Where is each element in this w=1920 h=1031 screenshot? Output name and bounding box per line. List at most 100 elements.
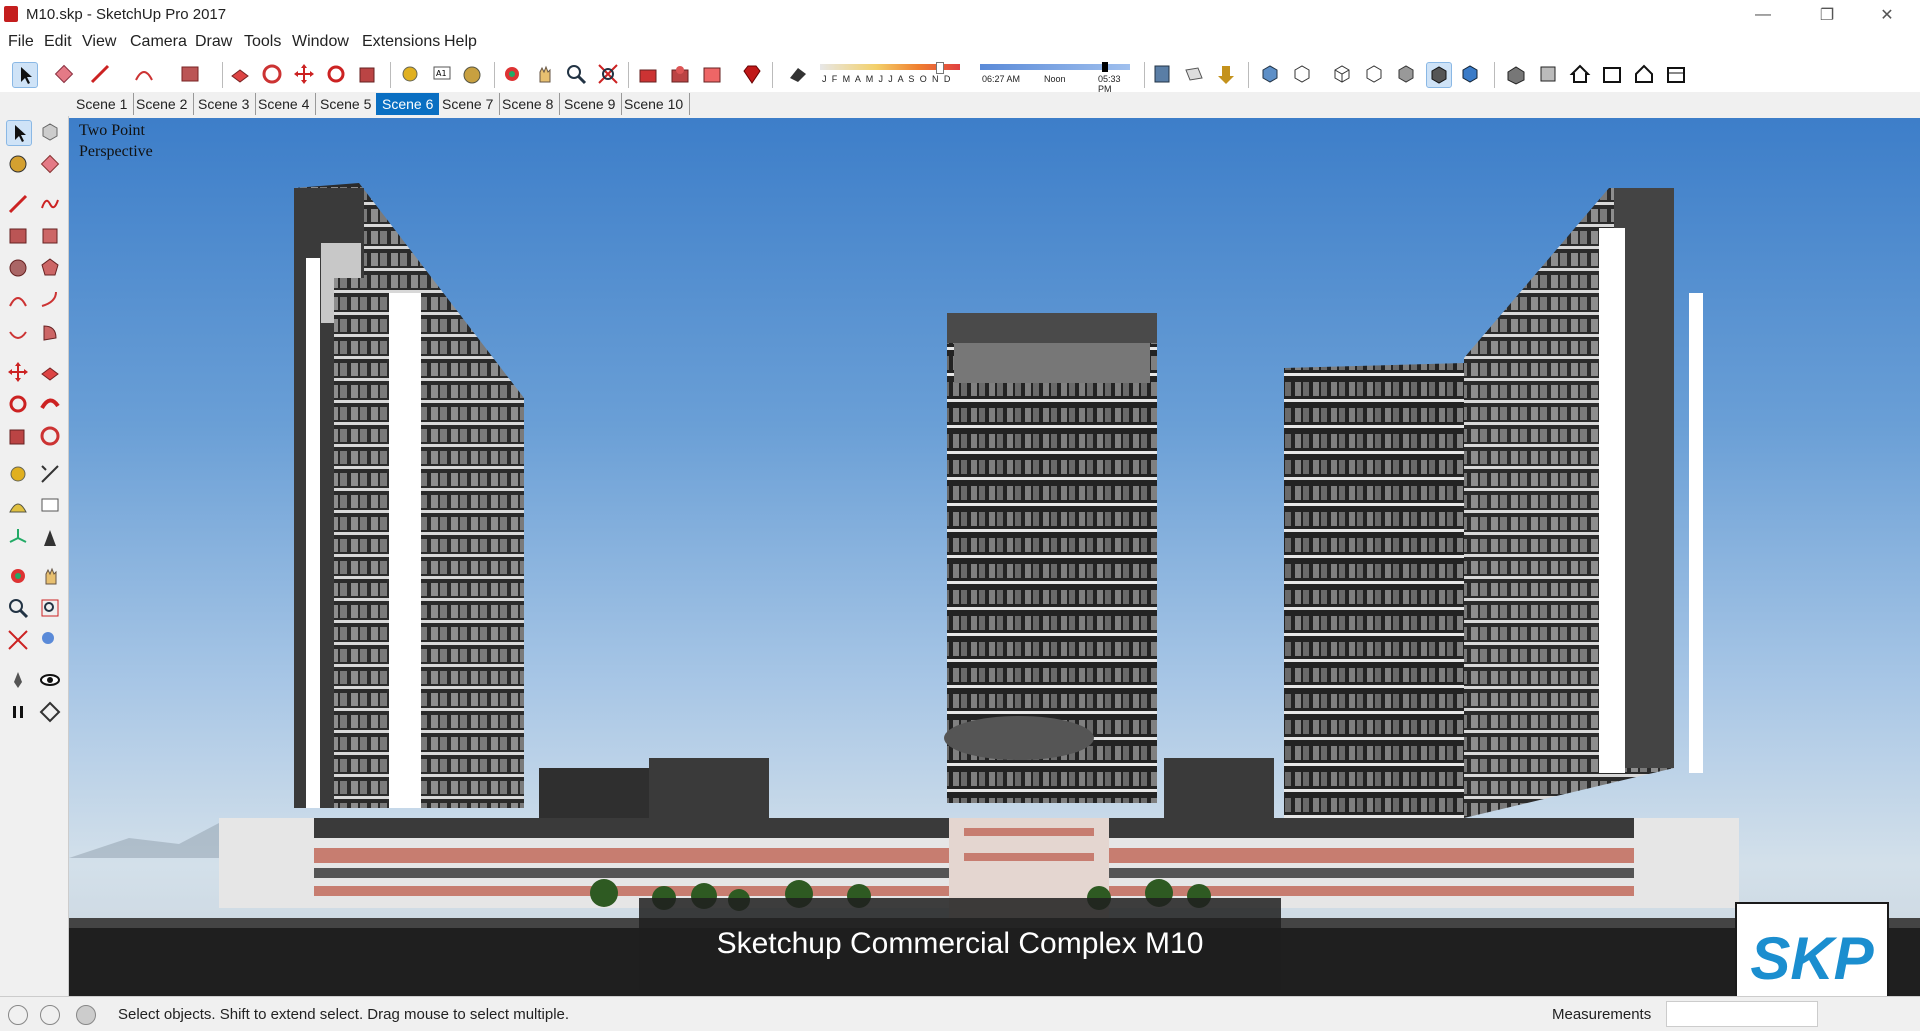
- section-plane-icon[interactable]: [1150, 62, 1174, 86]
- zoom-extents-icon[interactable]: [6, 628, 30, 652]
- walk-icon[interactable]: [6, 700, 30, 724]
- menu-view[interactable]: View: [82, 33, 116, 51]
- ruby-icon[interactable]: [740, 62, 764, 86]
- menu-draw[interactable]: Draw: [195, 33, 232, 51]
- line-icon[interactable]: [6, 192, 30, 216]
- move-icon[interactable]: [292, 62, 316, 86]
- zoom-extents-icon[interactable]: [596, 62, 620, 86]
- menu-file[interactable]: File: [8, 33, 34, 51]
- rotated-rectangle-icon[interactable]: [38, 224, 62, 248]
- move-icon[interactable]: [6, 360, 30, 384]
- shadows-toggle-icon[interactable]: [786, 62, 810, 86]
- shaded-textures-icon[interactable]: [1426, 62, 1452, 88]
- tab-scene-8[interactable]: Scene 8: [496, 93, 561, 115]
- menu-extensions[interactable]: Extensions: [362, 33, 440, 51]
- offset-icon[interactable]: [38, 424, 62, 448]
- push-pull-icon[interactable]: [228, 62, 252, 86]
- paint-bucket-icon[interactable]: [6, 152, 30, 176]
- freehand-icon[interactable]: [38, 192, 62, 216]
- rectangle-icon[interactable]: [6, 224, 30, 248]
- menu-window[interactable]: Window: [292, 33, 349, 51]
- eraser-icon[interactable]: [38, 152, 62, 176]
- tape-measure-icon[interactable]: [6, 462, 30, 486]
- section-display-icon[interactable]: [1182, 62, 1206, 86]
- arc-icon[interactable]: [6, 288, 30, 312]
- tab-scene-7[interactable]: Scene 7: [436, 93, 501, 115]
- close-button[interactable]: ✕: [1864, 0, 1910, 30]
- zoom-icon[interactable]: [564, 62, 588, 86]
- follow-me-icon[interactable]: [38, 392, 62, 416]
- orbit-icon[interactable]: [6, 564, 30, 588]
- tab-scene-3[interactable]: Scene 3: [192, 93, 257, 115]
- wireframe-icon[interactable]: [1330, 62, 1354, 86]
- maximize-button[interactable]: ❐: [1804, 0, 1850, 30]
- model-viewport[interactable]: Two Point Perspective Sketchup Commercia…: [69, 118, 1920, 996]
- menu-camera[interactable]: Camera: [130, 33, 187, 51]
- arc-tool-icon[interactable]: [132, 62, 156, 86]
- warehouse-icon[interactable]: [636, 62, 660, 86]
- share-model-icon[interactable]: [668, 62, 692, 86]
- pie-icon[interactable]: [38, 320, 62, 344]
- two-point-arc-icon[interactable]: [38, 288, 62, 312]
- previous-view-icon[interactable]: [38, 628, 62, 652]
- back-view-icon[interactable]: [1632, 62, 1656, 86]
- select-icon[interactable]: [6, 120, 32, 146]
- pan-icon[interactable]: [38, 564, 62, 588]
- monochrome-icon[interactable]: [1458, 62, 1482, 86]
- section-fill-icon[interactable]: [1214, 62, 1238, 86]
- menu-tools[interactable]: Tools: [244, 33, 281, 51]
- extension-warehouse-icon[interactable]: [700, 62, 724, 86]
- circle-icon[interactable]: [6, 256, 30, 280]
- iso-view-icon[interactable]: [1504, 62, 1528, 86]
- position-camera-icon[interactable]: [6, 668, 30, 692]
- geolocation-icon[interactable]: [8, 1005, 28, 1025]
- paint-bucket-icon[interactable]: [460, 62, 484, 86]
- tab-scene-10[interactable]: Scene 10: [618, 93, 691, 115]
- tape-measure-icon[interactable]: [398, 62, 422, 86]
- right-view-icon[interactable]: [1600, 62, 1624, 86]
- tab-scene-5[interactable]: Scene 5: [314, 93, 379, 115]
- orbit-icon[interactable]: [500, 62, 524, 86]
- make-component-icon[interactable]: [38, 120, 62, 144]
- hidden-line-icon[interactable]: [1362, 62, 1386, 86]
- 3d-text-icon[interactable]: [38, 526, 62, 550]
- eraser-icon[interactable]: [52, 62, 76, 86]
- tab-scene-6[interactable]: Scene 6: [376, 93, 440, 115]
- look-around-icon[interactable]: [38, 668, 62, 692]
- zoom-window-icon[interactable]: [38, 596, 62, 620]
- push-pull-icon[interactable]: [38, 360, 62, 384]
- tab-scene-4[interactable]: Scene 4: [252, 93, 317, 115]
- tab-scene-1[interactable]: Scene 1: [70, 93, 135, 115]
- measurements-input[interactable]: [1666, 1001, 1818, 1027]
- section-plane-icon[interactable]: [38, 700, 62, 724]
- rotate-icon[interactable]: [6, 392, 30, 416]
- text-icon[interactable]: [38, 494, 62, 518]
- xray-style-icon[interactable]: [1258, 62, 1282, 86]
- front-view-icon[interactable]: [1568, 62, 1592, 86]
- scale-icon[interactable]: [6, 424, 30, 448]
- pan-icon[interactable]: [532, 62, 556, 86]
- user-account-icon[interactable]: [76, 1005, 96, 1025]
- text-tool-icon[interactable]: A1: [430, 62, 454, 86]
- dimension-icon[interactable]: [38, 462, 62, 486]
- tab-scene-2[interactable]: Scene 2: [130, 93, 195, 115]
- back-edges-icon[interactable]: [1290, 62, 1314, 86]
- rectangle-tool-icon[interactable]: [178, 62, 202, 86]
- credits-icon[interactable]: [40, 1005, 60, 1025]
- offset-icon[interactable]: [260, 62, 284, 86]
- axes-icon[interactable]: [6, 526, 30, 550]
- scale-icon[interactable]: [356, 62, 380, 86]
- top-view-icon[interactable]: [1536, 62, 1560, 86]
- menu-help[interactable]: Help: [444, 33, 477, 51]
- minimize-button[interactable]: —: [1740, 0, 1786, 30]
- tab-scene-9[interactable]: Scene 9: [558, 93, 623, 115]
- rotate-icon[interactable]: [324, 62, 348, 86]
- zoom-icon[interactable]: [6, 596, 30, 620]
- shaded-icon[interactable]: [1394, 62, 1418, 86]
- shadow-time-slider[interactable]: 06:27 AM Noon 05:33 PM: [980, 62, 1130, 94]
- shadow-date-slider[interactable]: J F M A M J J A S O N D: [820, 62, 960, 88]
- select-tool-icon[interactable]: [12, 62, 38, 88]
- three-point-arc-icon[interactable]: [6, 320, 30, 344]
- left-view-icon[interactable]: [1664, 62, 1688, 86]
- polygon-icon[interactable]: [38, 256, 62, 280]
